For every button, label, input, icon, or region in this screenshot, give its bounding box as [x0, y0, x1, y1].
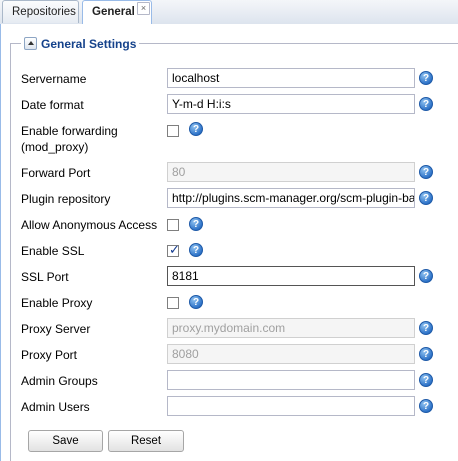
help-icon[interactable]: ?: [189, 243, 203, 257]
enable-forwarding-label-line1: Enable forwarding: [21, 124, 118, 138]
enable-forwarding-label-line2: (mod_proxy): [21, 140, 89, 154]
close-icon[interactable]: ×: [137, 2, 150, 15]
tab-bar: Repositories General ×: [0, 0, 458, 25]
allow-anonymous-checkbox[interactable]: [167, 219, 179, 231]
checkmark-icon: ✓: [169, 242, 180, 257]
general-settings-panel: General Settings Servername localhost ? …: [0, 24, 458, 461]
admin-users-input[interactable]: [167, 396, 415, 416]
tab-general[interactable]: General ×: [82, 0, 152, 25]
proxy-port-input[interactable]: 8080: [167, 344, 415, 364]
help-icon[interactable]: ?: [419, 399, 433, 413]
date-format-label: Date format: [21, 98, 84, 112]
help-icon[interactable]: ?: [189, 217, 203, 231]
enable-proxy-label: Enable Proxy: [21, 296, 93, 310]
admin-groups-input[interactable]: [167, 370, 415, 390]
save-button[interactable]: Save: [28, 430, 103, 452]
help-icon[interactable]: ?: [419, 347, 433, 361]
admin-groups-label: Admin Groups: [21, 374, 98, 388]
proxy-server-input[interactable]: proxy.mydomain.com: [167, 318, 415, 338]
help-icon[interactable]: ?: [419, 97, 433, 111]
tab-label: General: [92, 6, 135, 18]
help-icon[interactable]: ?: [419, 373, 433, 387]
enable-proxy-checkbox[interactable]: [167, 297, 179, 309]
forward-port-input[interactable]: 80: [167, 162, 415, 182]
help-icon[interactable]: ?: [419, 191, 433, 205]
plugin-repository-label: Plugin repository: [21, 192, 111, 206]
reset-button[interactable]: Reset: [108, 430, 184, 452]
enable-forwarding-checkbox[interactable]: [167, 125, 179, 137]
enable-ssl-checkbox[interactable]: ✓: [167, 242, 180, 257]
help-icon[interactable]: ?: [419, 71, 433, 85]
enable-ssl-label: Enable SSL: [21, 244, 85, 258]
enable-forwarding-label: Enable forwarding (mod_proxy): [21, 123, 118, 155]
section-title: General Settings: [41, 37, 137, 51]
proxy-server-label: Proxy Server: [21, 322, 91, 336]
help-icon[interactable]: ?: [419, 165, 433, 179]
date-format-input[interactable]: Y-m-d H:i:s: [167, 94, 415, 114]
servername-label: Servername: [21, 72, 87, 86]
admin-users-label: Admin Users: [21, 400, 90, 414]
ssl-port-input[interactable]: 8181: [167, 266, 415, 286]
help-icon[interactable]: ?: [419, 321, 433, 335]
servername-input[interactable]: localhost: [167, 68, 415, 88]
forward-port-label: Forward Port: [21, 166, 91, 180]
collapse-icon[interactable]: [24, 37, 37, 50]
plugin-repository-input[interactable]: http://plugins.scm-manager.org/scm-plugi…: [167, 188, 415, 208]
tab-label: Repositories: [12, 6, 76, 18]
help-icon[interactable]: ?: [189, 122, 203, 136]
tab-repositories[interactable]: Repositories: [2, 0, 79, 23]
help-icon[interactable]: ?: [189, 295, 203, 309]
allow-anonymous-label: Allow Anonymous Access: [21, 218, 158, 232]
help-icon[interactable]: ?: [419, 269, 433, 283]
ssl-port-label: SSL Port: [21, 270, 69, 284]
proxy-port-label: Proxy Port: [21, 348, 78, 362]
section-legend[interactable]: General Settings: [21, 36, 140, 52]
